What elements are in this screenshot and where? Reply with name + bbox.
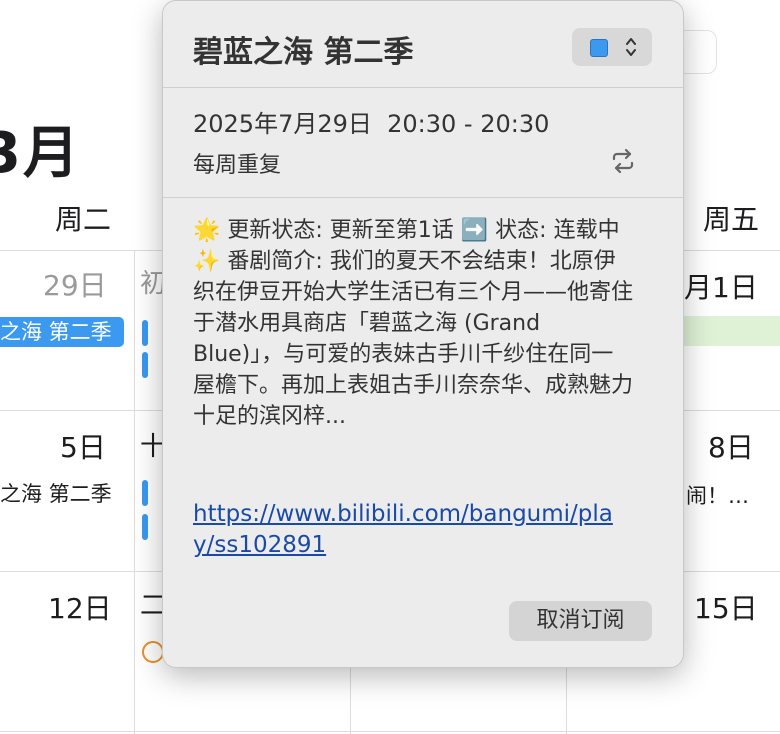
search-field[interactable] xyxy=(680,30,717,74)
event-datetime[interactable]: 2025年7月29日 20:30 - 20:30 xyxy=(193,104,549,139)
event-marker[interactable] xyxy=(142,480,148,506)
chevron-up-down-icon xyxy=(624,34,638,60)
date-cell-label[interactable]: 15日 xyxy=(694,587,758,627)
calendar-event-bar[interactable] xyxy=(676,316,780,346)
date-cell-label[interactable]: 5日 xyxy=(60,426,106,466)
day-divider xyxy=(350,666,351,734)
calendar-color-swatch-icon xyxy=(590,39,608,57)
day-header-tuesday: 周二 xyxy=(55,203,112,236)
divider xyxy=(163,87,683,88)
event-detail-popover: 碧蓝之海 第二季 2025年7月29日 20:30 - 20:30 每周重复 🌟… xyxy=(162,0,684,668)
date-cell-label[interactable]: 8日 xyxy=(708,426,754,466)
date-cell-label[interactable]: 月1日 xyxy=(684,266,758,306)
calendar-event-label[interactable]: 闹！… xyxy=(686,480,749,510)
calendar-color-picker[interactable] xyxy=(572,28,652,66)
week-divider xyxy=(0,731,780,732)
event-url-link[interactable]: https://www.bilibili.com/bangumi/play/ss… xyxy=(193,499,623,561)
event-repeat-rule[interactable]: 每周重复 xyxy=(193,147,281,179)
divider xyxy=(163,197,683,198)
event-marker[interactable] xyxy=(142,514,148,540)
date-cell-label[interactable]: 12日 xyxy=(48,587,112,627)
event-marker[interactable] xyxy=(142,320,148,346)
month-title: 3月 xyxy=(0,121,81,186)
unsubscribe-button[interactable]: 取消订阅 xyxy=(509,601,652,641)
event-title[interactable]: 碧蓝之海 第二季 xyxy=(193,27,413,71)
day-divider xyxy=(134,250,135,734)
calendar-event-label[interactable]: 之海 第二季 xyxy=(0,478,112,508)
repeat-icon xyxy=(608,146,638,176)
day-divider xyxy=(566,666,567,734)
event-status-ring-icon[interactable] xyxy=(142,641,164,663)
day-header-friday: 周五 xyxy=(703,203,760,236)
calendar-event-bar[interactable]: 之海 第二季 xyxy=(0,317,124,347)
event-description: 🌟 更新状态: 更新至第1话 ➡️ 状态: 连载中 ✨ 番剧简介: 我们的夏天不… xyxy=(193,218,634,429)
event-marker[interactable] xyxy=(142,352,148,378)
date-cell-label[interactable]: 29日 xyxy=(43,264,107,304)
